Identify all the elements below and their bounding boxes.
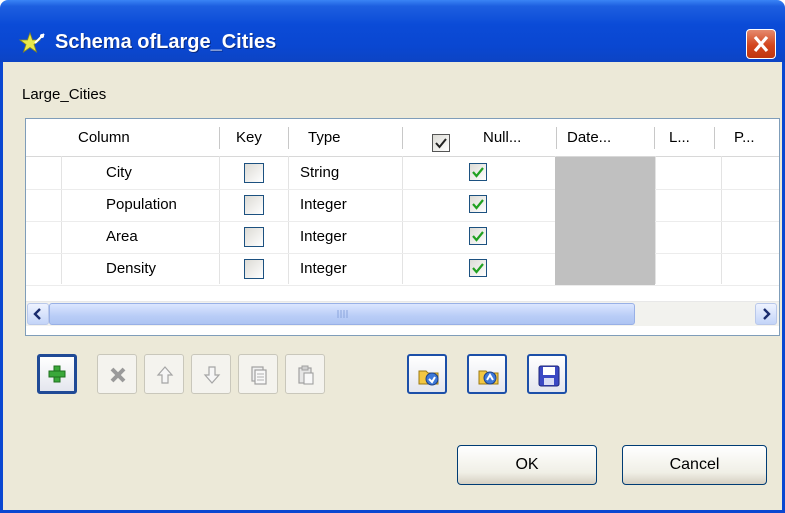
header-separator[interactable] <box>402 127 403 149</box>
date-pattern-cell-disabled <box>555 189 655 221</box>
header-separator[interactable] <box>556 127 557 149</box>
talend-star-icon <box>18 31 45 54</box>
checkmark-icon <box>472 231 484 242</box>
header-precision[interactable]: P... <box>734 119 755 156</box>
cell-column-name[interactable]: Density <box>106 253 156 285</box>
scroll-left-button[interactable] <box>27 303 49 325</box>
title-bar[interactable]: Schema ofLarge_Cities <box>0 0 785 62</box>
nullable-checkbox[interactable] <box>469 195 487 213</box>
save-icon <box>538 365 560 387</box>
delete-icon <box>110 367 126 383</box>
cell-column-name[interactable]: Population <box>106 189 177 221</box>
header-separator[interactable] <box>654 127 655 149</box>
delete-button[interactable] <box>97 354 137 394</box>
paste-icon <box>298 365 314 385</box>
cancel-button[interactable]: Cancel <box>622 445 767 485</box>
import-icon <box>418 370 439 386</box>
add-button[interactable] <box>37 354 77 394</box>
chevron-left-icon <box>33 308 41 320</box>
move-down-button[interactable] <box>191 354 231 394</box>
move-down-icon <box>203 366 221 384</box>
key-checkbox[interactable] <box>244 259 264 279</box>
header-type[interactable]: Type <box>308 119 341 156</box>
cell-column-name[interactable]: Area <box>106 221 138 253</box>
copy-button[interactable] <box>238 354 278 394</box>
checkmark-icon <box>472 167 484 178</box>
save-button[interactable] <box>527 354 567 394</box>
export-icon <box>478 370 499 385</box>
nullable-checkbox[interactable] <box>469 163 487 181</box>
header-date-pattern[interactable]: Date... <box>567 119 647 156</box>
close-icon <box>753 35 769 53</box>
cell-type[interactable]: Integer <box>300 189 347 221</box>
cell-type[interactable]: Integer <box>300 221 347 253</box>
import-button[interactable] <box>407 354 447 394</box>
grip-icon <box>337 310 348 318</box>
cell-column-name[interactable]: City <box>106 157 132 189</box>
window-title: Schema ofLarge_Cities <box>55 31 277 53</box>
close-button[interactable] <box>746 29 776 59</box>
header-column[interactable]: Column <box>78 119 130 156</box>
header-separator[interactable] <box>219 127 220 149</box>
cell-type[interactable]: Integer <box>300 253 347 285</box>
schema-name-label: Large_Cities <box>22 86 107 103</box>
date-pattern-cell-disabled <box>555 157 655 189</box>
table-row[interactable]: Population Integer <box>26 189 779 222</box>
move-up-button[interactable] <box>144 354 184 394</box>
schema-table[interactable]: Column Key Type Null... Date... L... P..… <box>25 118 780 336</box>
chevron-right-icon <box>763 308 771 320</box>
date-pattern-cell-disabled <box>555 221 655 253</box>
table-row[interactable]: Density Integer <box>26 253 779 286</box>
scroll-right-button[interactable] <box>755 303 777 325</box>
nullable-checkbox[interactable] <box>469 227 487 245</box>
ok-button[interactable]: OK <box>457 445 597 485</box>
export-button[interactable] <box>467 354 507 394</box>
header-nullable[interactable]: Null... <box>483 119 553 156</box>
cell-type[interactable]: String <box>300 157 339 189</box>
header-separator[interactable] <box>714 127 715 149</box>
table-row[interactable]: City String <box>26 157 779 190</box>
key-checkbox[interactable] <box>244 163 264 183</box>
horizontal-scrollbar[interactable] <box>26 301 779 326</box>
key-checkbox[interactable] <box>244 195 264 215</box>
header-nullable-checkbox[interactable] <box>432 134 450 152</box>
copy-icon <box>251 366 267 385</box>
nullable-checkbox[interactable] <box>469 259 487 277</box>
table-row[interactable]: Area Integer <box>26 221 779 254</box>
move-up-icon <box>156 366 174 384</box>
add-icon <box>48 365 66 383</box>
header-key[interactable]: Key <box>236 119 262 156</box>
date-pattern-cell-disabled <box>555 253 655 285</box>
header-length[interactable]: L... <box>669 119 690 156</box>
schema-dialog: Schema ofLarge_Cities Large_Cities Colum… <box>0 0 785 513</box>
scrollbar-thumb[interactable] <box>49 303 635 325</box>
checkmark-icon <box>435 138 447 149</box>
key-checkbox[interactable] <box>244 227 264 247</box>
table-header: Column Key Type Null... Date... L... P..… <box>26 119 779 157</box>
checkmark-icon <box>472 263 484 274</box>
header-separator[interactable] <box>288 127 289 149</box>
checkmark-icon <box>472 199 484 210</box>
paste-button[interactable] <box>285 354 325 394</box>
